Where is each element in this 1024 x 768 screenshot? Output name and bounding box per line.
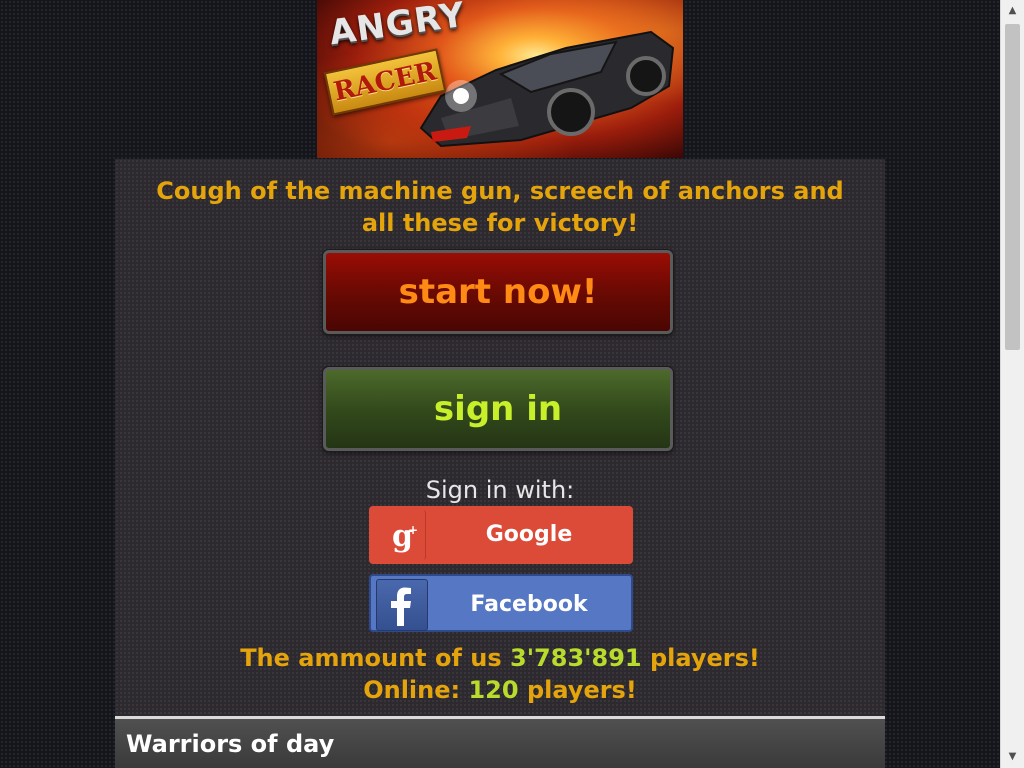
section-title: Warriors of day — [126, 730, 335, 758]
online-prefix: Online: — [363, 676, 461, 704]
players-count-line: The ammount of us 3'783'891 players! — [115, 642, 885, 674]
google-plus-icon: g + — [375, 510, 426, 560]
facebook-icon — [376, 579, 428, 631]
game-banner: ANGRY RACER — [317, 0, 683, 158]
online-suffix: players! — [526, 676, 637, 704]
main-panel: Cough of the machine gun, screech of anc… — [115, 159, 885, 716]
google-signin-button[interactable]: g + Google — [369, 506, 633, 564]
google-label: Google — [485, 522, 573, 547]
scroll-down-arrow-icon[interactable]: ▼ — [1001, 746, 1024, 768]
sign-in-with-label: Sign in with: — [425, 476, 575, 504]
tagline-line-1: Cough of the machine gun, screech of anc… — [156, 177, 844, 205]
players-prefix: The ammount of us — [240, 644, 502, 672]
facebook-label: Facebook — [470, 592, 588, 617]
scroll-up-arrow-icon[interactable]: ▲ — [1001, 0, 1024, 22]
facebook-signin-button[interactable]: Facebook — [369, 574, 633, 632]
warriors-of-day-section: Warriors of day — [115, 716, 885, 768]
players-suffix: players! — [649, 644, 760, 672]
svg-text:+: + — [408, 523, 418, 537]
players-count: 3'783'891 — [510, 644, 642, 672]
start-now-button[interactable]: start now! — [323, 250, 673, 334]
online-count-line: Online: 120 players! — [115, 674, 885, 706]
tagline-line-2: all these for victory! — [361, 209, 639, 237]
scroll-thumb[interactable] — [1005, 24, 1020, 350]
sign-in-button[interactable]: sign in — [323, 367, 673, 451]
tagline: Cough of the machine gun, screech of anc… — [115, 175, 885, 239]
vertical-scrollbar[interactable]: ▲ ▼ — [1000, 0, 1024, 768]
page: ANGRY RACER Cough of the machine gun, sc… — [0, 0, 1000, 768]
online-count: 120 — [468, 676, 519, 704]
